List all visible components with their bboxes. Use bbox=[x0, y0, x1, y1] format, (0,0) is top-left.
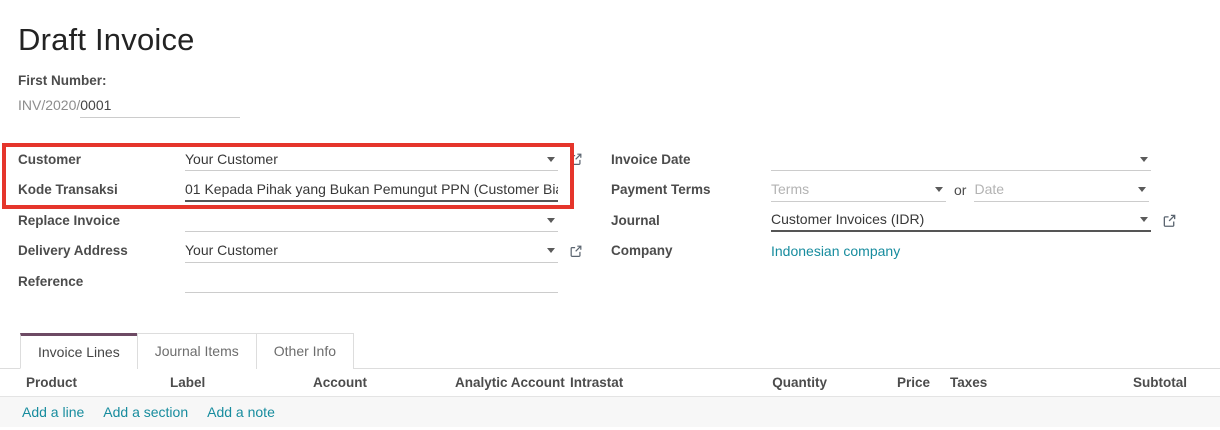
chevron-down-icon[interactable] bbox=[1140, 217, 1148, 222]
page-title: Draft Invoice bbox=[18, 22, 1202, 58]
delivery-address-label: Delivery Address bbox=[18, 243, 185, 258]
invoice-lines-header: Product Label Account Analytic Account I… bbox=[0, 369, 1220, 397]
replace-invoice-row: Replace Invoice bbox=[18, 205, 593, 236]
delivery-address-value: Your Customer bbox=[185, 242, 294, 258]
column-header-subtotal: Subtotal bbox=[1090, 375, 1187, 390]
tab-journal-items[interactable]: Journal Items bbox=[137, 333, 257, 369]
company-link[interactable]: Indonesian company bbox=[771, 243, 900, 259]
due-date-input[interactable]: Date bbox=[974, 178, 1149, 202]
replace-invoice-label: Replace Invoice bbox=[18, 213, 185, 228]
kode-transaksi-label: Kode Transaksi bbox=[18, 182, 185, 197]
invoice-date-row: Invoice Date bbox=[611, 144, 1198, 175]
list-actions-row: Add a line Add a section Add a note bbox=[0, 397, 1220, 427]
company-row: Company Indonesian company bbox=[611, 236, 1198, 267]
first-number-row: INV/2020/0001 bbox=[18, 97, 1202, 118]
reference-row: Reference bbox=[18, 266, 593, 297]
tab-other-info[interactable]: Other Info bbox=[256, 333, 354, 369]
external-link-icon[interactable] bbox=[1162, 213, 1177, 228]
reference-input[interactable] bbox=[185, 269, 558, 293]
replace-invoice-select[interactable] bbox=[185, 208, 558, 232]
kode-transaksi-select[interactable]: 01 Kepada Pihak yang Bukan Pemungut PPN … bbox=[185, 178, 558, 202]
journal-row: Journal Customer Invoices (IDR) bbox=[611, 205, 1198, 236]
external-link-icon[interactable] bbox=[569, 244, 583, 258]
column-header-product: Product bbox=[26, 375, 170, 390]
customer-row: Customer Your Customer bbox=[18, 144, 593, 175]
chevron-down-icon[interactable] bbox=[1138, 187, 1146, 192]
journal-select[interactable]: Customer Invoices (IDR) bbox=[771, 208, 1151, 232]
chevron-down-icon[interactable] bbox=[547, 248, 555, 253]
tab-bar: Invoice Lines Journal Items Other Info bbox=[0, 332, 1220, 369]
chevron-down-icon[interactable] bbox=[547, 218, 555, 223]
form-header: Draft Invoice First Number: INV/2020/000… bbox=[0, 0, 1220, 118]
payment-terms-select[interactable]: Terms bbox=[771, 178, 946, 202]
notebook: Invoice Lines Journal Items Other Info P… bbox=[0, 332, 1220, 427]
column-header-taxes: Taxes bbox=[930, 375, 1090, 390]
tab-invoice-lines[interactable]: Invoice Lines bbox=[20, 333, 138, 369]
add-a-line-link[interactable]: Add a line bbox=[22, 404, 84, 420]
column-header-quantity: Quantity bbox=[707, 375, 827, 390]
column-header-analytic-account: Analytic Account bbox=[455, 375, 570, 390]
add-a-section-link[interactable]: Add a section bbox=[103, 404, 188, 420]
payment-terms-row: Payment Terms Terms or Date bbox=[611, 175, 1198, 206]
journal-value: Customer Invoices (IDR) bbox=[771, 211, 940, 227]
payment-terms-placeholder: Terms bbox=[771, 181, 825, 197]
invoice-form-page: Draft Invoice First Number: INV/2020/000… bbox=[0, 0, 1220, 430]
column-header-price: Price bbox=[827, 375, 930, 390]
invoice-number-input[interactable]: 0001 bbox=[80, 97, 240, 118]
chevron-down-icon[interactable] bbox=[935, 187, 943, 192]
first-number-label: First Number: bbox=[18, 73, 1202, 88]
customer-label: Customer bbox=[18, 152, 185, 167]
form-right-column: Invoice Date Payment Terms Terms or Date bbox=[611, 144, 1198, 297]
external-link-icon[interactable] bbox=[569, 152, 583, 166]
form-body: Customer Your Customer Kode Transaksi 01… bbox=[0, 144, 1220, 297]
add-a-note-link[interactable]: Add a note bbox=[207, 404, 275, 420]
kode-transaksi-row: Kode Transaksi 01 Kepada Pihak yang Buka… bbox=[18, 175, 593, 206]
column-header-label: Label bbox=[170, 375, 313, 390]
column-header-account: Account bbox=[313, 375, 455, 390]
kode-transaksi-value: 01 Kepada Pihak yang Bukan Pemungut PPN … bbox=[185, 181, 558, 197]
invoice-number-prefix: INV/2020/ bbox=[18, 97, 80, 113]
column-header-intrastat: Intrastat bbox=[570, 375, 707, 390]
reference-label: Reference bbox=[18, 274, 185, 289]
chevron-down-icon[interactable] bbox=[547, 157, 555, 162]
payment-terms-label: Payment Terms bbox=[611, 182, 771, 197]
chevron-down-icon[interactable] bbox=[1140, 157, 1148, 162]
form-left-column: Customer Your Customer Kode Transaksi 01… bbox=[18, 144, 593, 297]
due-date-placeholder: Date bbox=[974, 181, 1020, 197]
or-separator: or bbox=[954, 182, 966, 198]
invoice-date-input[interactable] bbox=[771, 147, 1151, 171]
delivery-address-row: Delivery Address Your Customer bbox=[18, 236, 593, 267]
company-label: Company bbox=[611, 243, 771, 258]
customer-value: Your Customer bbox=[185, 151, 294, 167]
journal-label: Journal bbox=[611, 213, 771, 228]
invoice-date-label: Invoice Date bbox=[611, 152, 771, 167]
customer-select[interactable]: Your Customer bbox=[185, 147, 558, 171]
delivery-address-select[interactable]: Your Customer bbox=[185, 239, 558, 263]
